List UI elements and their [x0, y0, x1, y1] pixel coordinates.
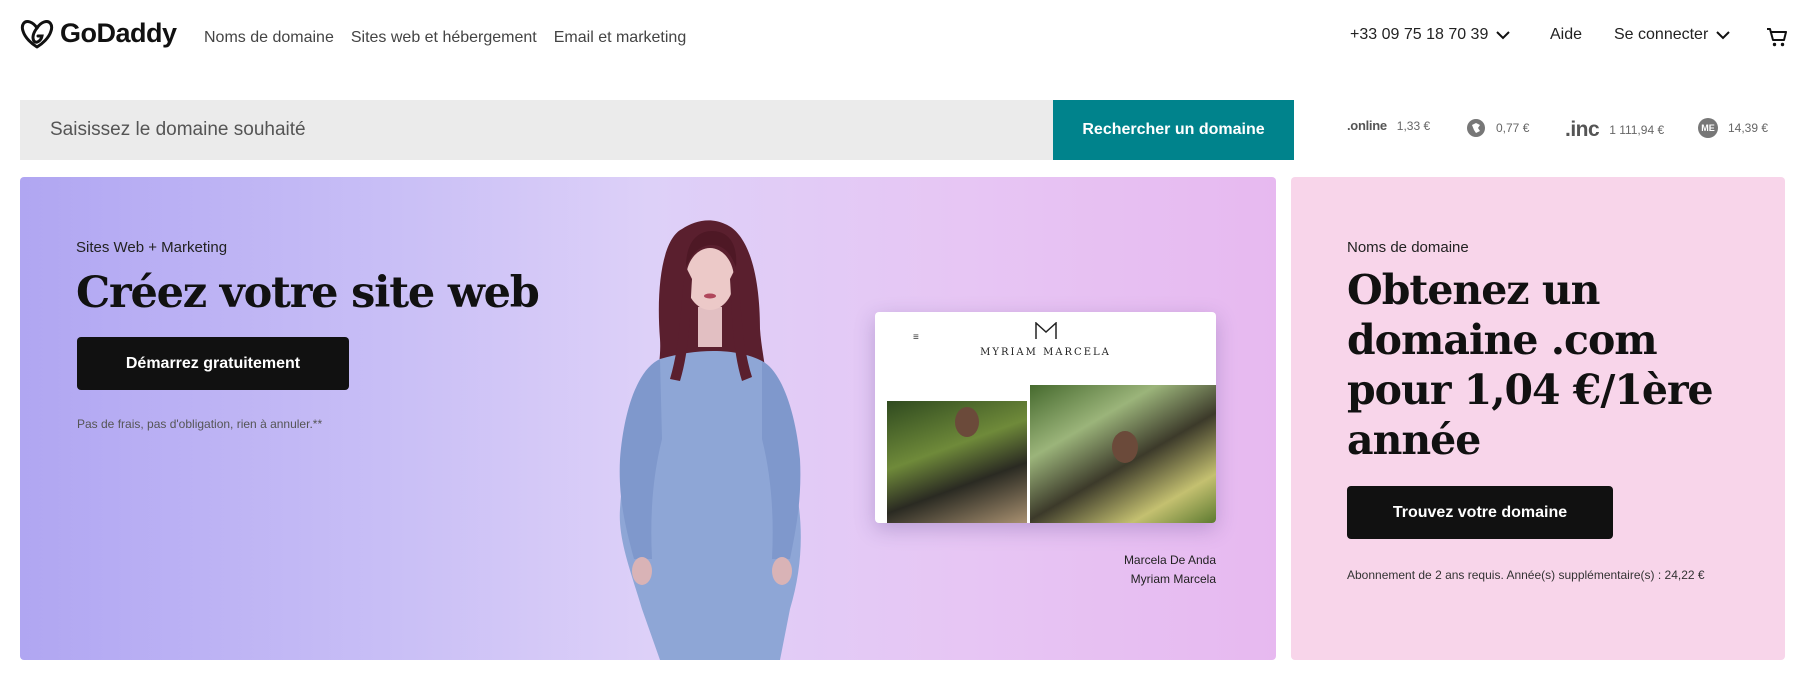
tld-inc-price: 1 111,94 €: [1609, 123, 1665, 137]
nav-email-marketing[interactable]: Email et marketing: [554, 29, 687, 47]
website-preview-card: ≡ MYRIAM MARCELA: [875, 312, 1216, 523]
hero-eyebrow: Sites Web + Marketing: [76, 239, 228, 256]
mock-brand-name: MYRIAM MARCELA: [980, 347, 1111, 358]
promo-eyebrow: Noms de domaine: [1347, 239, 1469, 256]
tld-club-price: 0,77 €: [1496, 121, 1530, 135]
mock-photo-right: [1030, 385, 1216, 523]
hero-title: Créez votre site web: [76, 268, 540, 318]
mock-menu-icon: ≡: [913, 332, 919, 343]
credit-name: Marcela De Anda: [1123, 553, 1216, 567]
tld-me-price: 14,39 €: [1728, 121, 1769, 135]
hero-disclaimer: Pas de frais, pas d'obligation, rien à a…: [77, 417, 323, 431]
help-link[interactable]: Aide: [1550, 26, 1582, 44]
main-nav: Noms de domaine Sites web et hébergement…: [204, 29, 703, 47]
phone-number: +33 09 75 18 70 39: [1350, 26, 1489, 43]
tld-club[interactable]: 0,77 €: [1466, 118, 1529, 138]
chevron-down-icon: [1716, 30, 1730, 39]
site-header: GoDaddy Noms de domaine Sites web et héb…: [0, 0, 1804, 75]
promo-disclaimer: Abonnement de 2 ans requis. Année(s) sup…: [1347, 568, 1705, 582]
me-logo-icon: ME: [1698, 118, 1718, 138]
tld-inc-logo: .inc: [1565, 118, 1600, 141]
cart-icon[interactable]: [1766, 26, 1788, 48]
signin-label: Se connecter: [1614, 26, 1709, 43]
woman-photo: [619, 220, 801, 660]
brand-name: GoDaddy: [60, 18, 177, 48]
tld-me[interactable]: ME 14,39 €: [1698, 118, 1768, 138]
tld-inc[interactable]: .inc 1 111,94 €: [1565, 118, 1664, 142]
signin-menu[interactable]: Se connecter: [1614, 26, 1730, 44]
nav-websites-hosting[interactable]: Sites web et hébergement: [351, 29, 537, 47]
chevron-down-icon: [1496, 30, 1511, 39]
phone-menu[interactable]: +33 09 75 18 70 39: [1350, 26, 1511, 44]
tld-online-price: 1,33 €: [1396, 118, 1431, 133]
hero-website-banner: Sites Web + Marketing Créez votre site w…: [20, 177, 1276, 660]
tld-online-logo: .online: [1347, 118, 1387, 133]
club-logo-icon: [1467, 119, 1485, 137]
nav-domains[interactable]: Noms de domaine: [204, 29, 334, 47]
mock-photo-left: [887, 401, 1027, 523]
photo-credit: Marcela De Anda Myriam Marcela: [1020, 551, 1216, 589]
tld-online[interactable]: .online 1,33 €: [1347, 118, 1430, 133]
credit-site: Myriam Marcela: [1130, 572, 1216, 586]
find-domain-button[interactable]: Trouvez votre domaine: [1347, 486, 1613, 539]
start-free-button[interactable]: Démarrez gratuitement: [77, 337, 349, 390]
search-domain-button[interactable]: Rechercher un domaine: [1053, 100, 1294, 160]
domain-search-input[interactable]: [20, 100, 1053, 160]
domain-promo-card: Noms de domaine Obtenez un domaine .com …: [1291, 177, 1785, 660]
promo-title: Obtenez un domaine .com pour 1,04 €/1ère…: [1347, 266, 1714, 464]
myriam-marcela-logo-icon: [1035, 322, 1057, 339]
godaddy-logo-icon: [20, 19, 54, 48]
godaddy-logo[interactable]: GoDaddy: [20, 18, 177, 49]
